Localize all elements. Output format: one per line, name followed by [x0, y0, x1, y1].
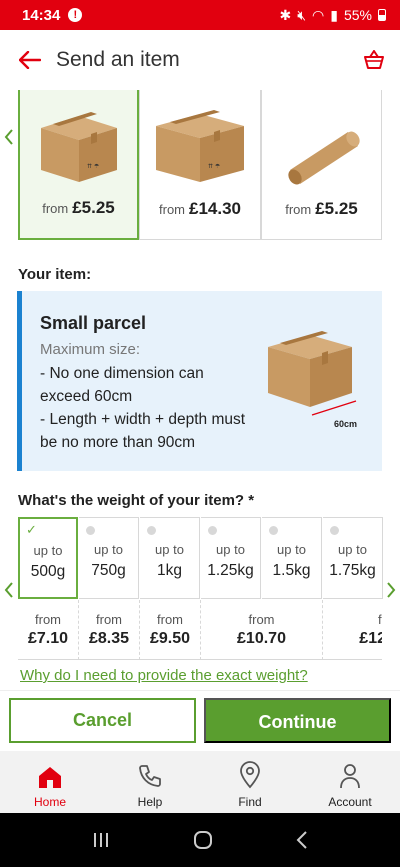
- checkmark-icon: ✓: [26, 522, 37, 537]
- size-card-tube[interactable]: from £5.25: [261, 90, 382, 240]
- signal-icon: ▮: [330, 6, 338, 23]
- weight-option-500g[interactable]: ✓ up to 500g: [18, 517, 78, 599]
- dimension-label: 60cm: [334, 419, 357, 429]
- person-icon: [340, 764, 360, 789]
- price-cell: from £8.35: [79, 600, 140, 660]
- size-rule-1: - No one dimension can exceed 60cm: [40, 365, 204, 405]
- price-cell: from £9.50: [140, 600, 201, 660]
- size-price: from £5.25: [285, 199, 358, 218]
- system-nav-bar: [0, 813, 400, 867]
- weight-option-1-5kg[interactable]: up to 1.5kg: [262, 517, 322, 599]
- price-cell: from £10.70: [201, 600, 323, 660]
- home-button-icon[interactable]: [192, 829, 214, 851]
- radio-dot-icon: [269, 526, 278, 535]
- max-size-label: Maximum size:: [40, 341, 141, 358]
- bluetooth-icon: ✱: [279, 6, 292, 23]
- radio-dot-icon: [147, 526, 156, 535]
- price-cell: from £7.10: [18, 600, 79, 660]
- alert-icon: !: [68, 8, 83, 22]
- arrow-left-icon: [19, 51, 41, 69]
- parcel-image: ⇈ ☂: [20, 110, 137, 190]
- item-info-panel: Small parcel Maximum size: - No one dime…: [17, 291, 382, 471]
- nav-help[interactable]: Help: [100, 751, 200, 813]
- status-icons: ✱ 🔇︎ ◠ ▮ 55%: [279, 7, 386, 24]
- parcel-image: ⇈ ☂: [140, 110, 260, 190]
- size-carousel: ⇈ ☂ from £5.25 ⇈ ☂ from £14.30 from £5.2…: [0, 90, 400, 240]
- radio-dot-icon: [208, 526, 217, 535]
- item-name: Small parcel: [40, 313, 147, 333]
- chevron-right-icon: [387, 582, 396, 598]
- weight-next-button[interactable]: [382, 575, 400, 605]
- svg-text:⇈ ☂: ⇈ ☂: [87, 163, 100, 170]
- nav-account[interactable]: Account: [300, 751, 400, 813]
- your-item-heading: Your item:: [18, 266, 92, 283]
- size-prev-button[interactable]: [0, 122, 18, 152]
- weight-option-1-75kg[interactable]: up to 1.75kg: [323, 517, 383, 599]
- recent-apps-icon[interactable]: [91, 831, 111, 849]
- basket-button[interactable]: [348, 30, 400, 90]
- chevron-left-icon: [4, 582, 13, 598]
- continue-button[interactable]: Continue: [204, 698, 391, 743]
- location-pin-icon: [240, 761, 260, 789]
- cancel-button[interactable]: Cancel: [9, 698, 196, 743]
- back-button[interactable]: [0, 30, 60, 90]
- weight-prev-button[interactable]: [0, 575, 18, 605]
- price-cell: fr £12: [323, 600, 382, 660]
- radio-dot-icon: [86, 526, 95, 535]
- battery-icon: [378, 9, 386, 21]
- size-card-small[interactable]: ⇈ ☂ from £5.25: [18, 90, 139, 240]
- size-rule-2: - Length + width + depth must be no more…: [40, 411, 246, 451]
- action-bar: Cancel Continue: [0, 690, 400, 750]
- svg-text:⇈ ☂: ⇈ ☂: [208, 163, 221, 170]
- battery-percent: 55%: [343, 7, 372, 23]
- nav-find[interactable]: Find: [200, 751, 300, 813]
- home-icon: [39, 767, 61, 788]
- nav-home[interactable]: Home: [0, 751, 100, 813]
- weight-option-750g[interactable]: up to 750g: [79, 517, 139, 599]
- status-bar: 14:34 ! ✱ 🔇︎ ◠ ▮ 55%: [0, 0, 400, 30]
- radio-dot-icon: [330, 526, 339, 535]
- size-card-medium[interactable]: ⇈ ☂ from £14.30: [139, 90, 261, 240]
- weight-carousel: ✓ up to 500g up to 750g up to 1kg up to …: [0, 517, 400, 663]
- weight-option-1kg[interactable]: up to 1kg: [140, 517, 200, 599]
- weight-question: What's the weight of your item? *: [18, 492, 255, 509]
- bottom-nav: Home Help Find Account: [0, 751, 400, 813]
- weight-option-1-25kg[interactable]: up to 1.25kg: [201, 517, 261, 599]
- back-nav-icon[interactable]: [295, 830, 309, 850]
- phone-icon: [139, 765, 161, 787]
- status-time: 14:34: [22, 6, 61, 24]
- size-price: from £14.30: [159, 199, 241, 218]
- basket-icon: [364, 50, 384, 69]
- tube-image: [262, 110, 381, 190]
- app-bar: Send an item: [0, 30, 400, 90]
- size-price: from £5.25: [42, 198, 115, 217]
- parcel-dimension-image: 60cm: [264, 329, 376, 434]
- mute-icon: 🔇︎: [297, 6, 307, 23]
- exact-weight-help-link[interactable]: Why do I need to provide the exact weigh…: [20, 667, 308, 684]
- page-title: Send an item: [56, 48, 180, 71]
- chevron-left-icon: [4, 129, 13, 145]
- wifi-icon: ◠: [312, 6, 325, 23]
